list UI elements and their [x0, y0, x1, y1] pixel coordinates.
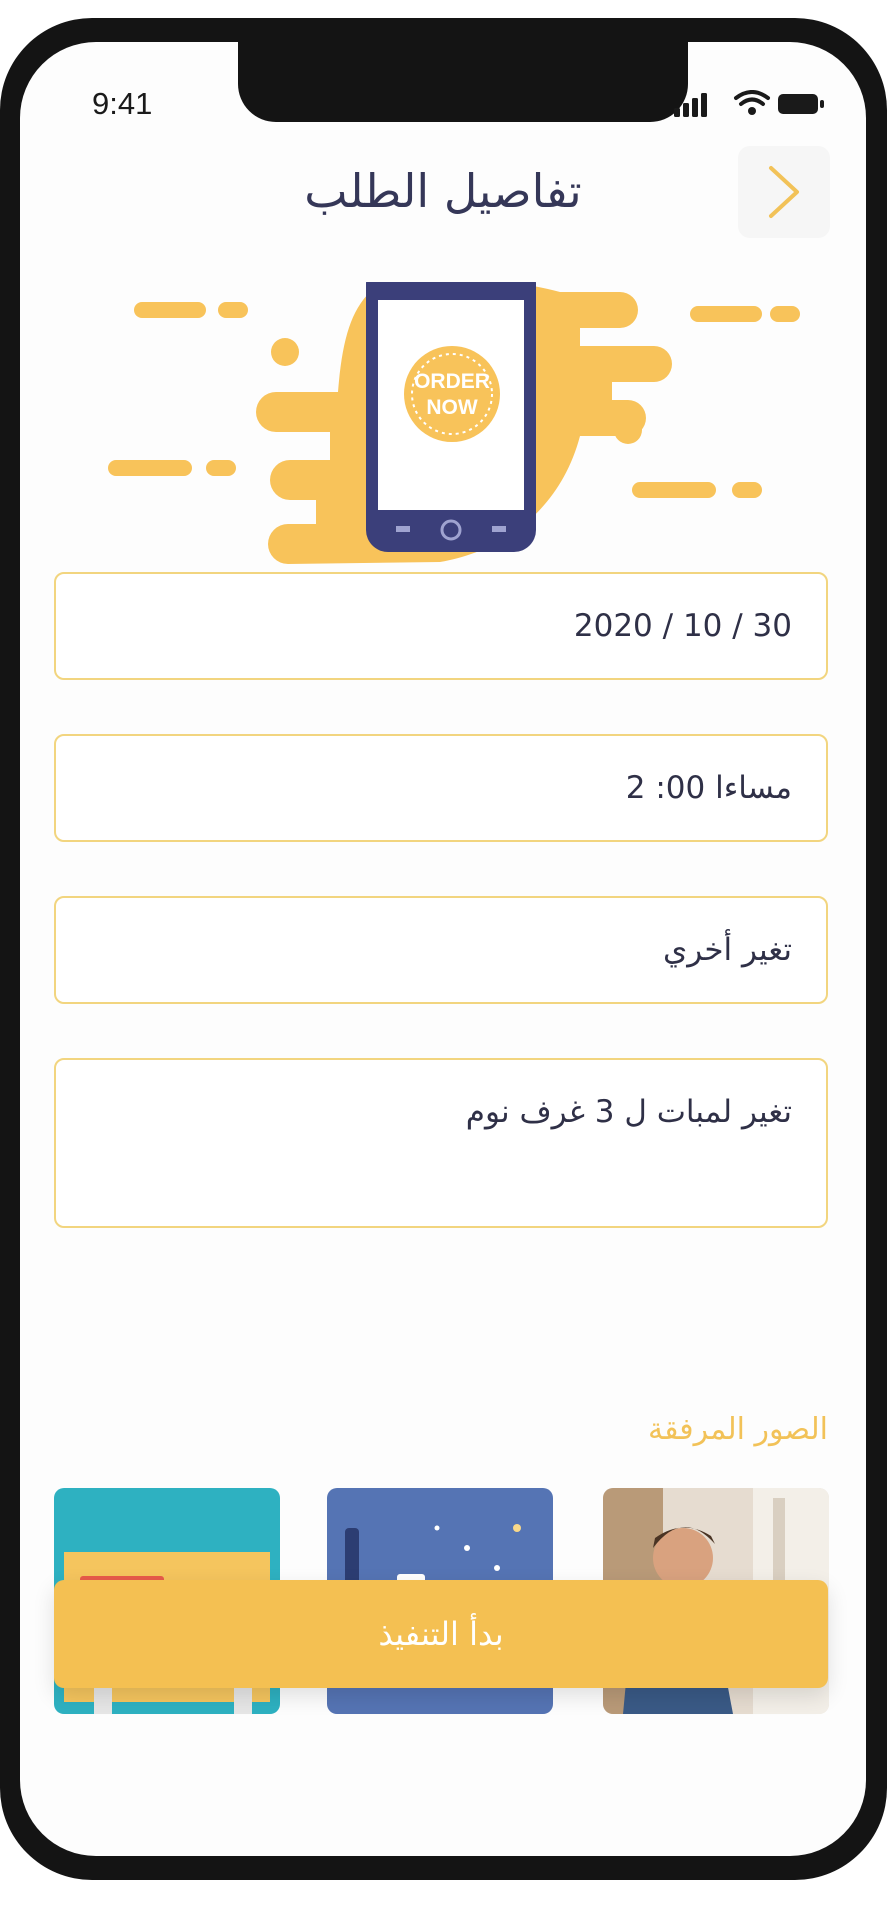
service-type-field[interactable]: تغير أخري — [54, 896, 828, 1004]
app-screen: 9:41 تفاصيل الطلب ORDER NOW 30 / 10 / 20… — [20, 42, 866, 1856]
order-badge-line2: NOW — [426, 396, 478, 419]
order-badge-line1: ORDER — [414, 370, 490, 393]
back-button[interactable] — [738, 146, 830, 238]
signal-wifi-battery-icon — [674, 90, 824, 117]
device-notch — [238, 42, 688, 122]
notes-field[interactable]: تغير لمبات ل 3 غرف نوم — [54, 1058, 828, 1228]
time-field[interactable]: مساءا 00: 2 — [54, 734, 828, 842]
attachments-label: الصور المرفقة — [648, 1412, 828, 1447]
device-frame: 9:41 تفاصيل الطلب ORDER NOW 30 / 10 / 20… — [0, 18, 887, 1880]
page-title: تفاصيل الطلب — [304, 164, 582, 218]
date-field[interactable]: 30 / 10 / 2020 — [54, 572, 828, 680]
start-execution-button[interactable]: بدأ التنفيذ — [54, 1580, 828, 1688]
status-icons — [674, 90, 826, 118]
status-time: 9:41 — [92, 86, 153, 121]
chevron-right-icon — [769, 166, 799, 218]
